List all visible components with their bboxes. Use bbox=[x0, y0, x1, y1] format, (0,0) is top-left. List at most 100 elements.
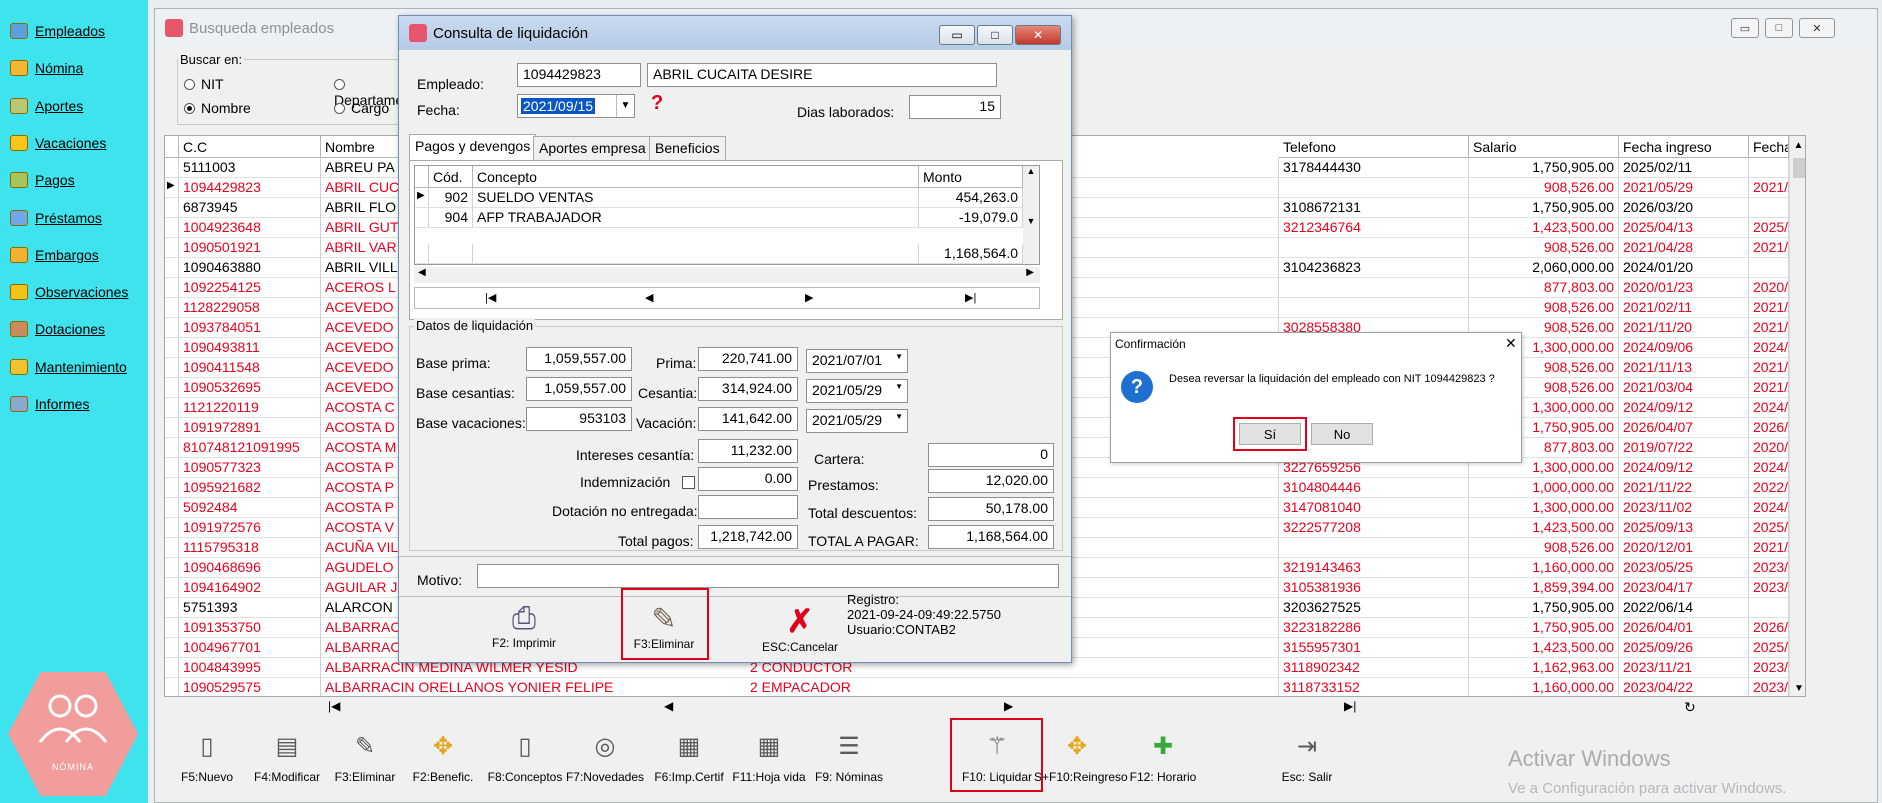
table-cell-cc[interactable]: 1090411548 bbox=[179, 358, 321, 378]
table-cell-fi[interactable]: 2021/04/28 bbox=[1619, 238, 1749, 258]
indemnizacion-checkbox[interactable] bbox=[682, 476, 695, 489]
motivo-input[interactable] bbox=[477, 564, 1059, 588]
table-cell-sal[interactable]: 908,526.00 bbox=[1469, 538, 1619, 558]
empleado-name-field[interactable]: ABRIL CUCAITA DESIRE bbox=[647, 63, 997, 87]
sidebar-item-5[interactable]: Préstamos bbox=[10, 204, 102, 232]
table-cell-cc[interactable]: 1090501921 bbox=[179, 238, 321, 258]
prestamos-field[interactable]: 12,020.00 bbox=[928, 469, 1054, 493]
table-cell-cc[interactable]: 810748121091995 bbox=[179, 438, 321, 458]
intereses-field[interactable]: 11,232.00 bbox=[698, 439, 798, 463]
table-cell-sal[interactable]: 2,060,000.00 bbox=[1469, 258, 1619, 278]
sidebar-item-6[interactable]: Embargos bbox=[10, 241, 99, 269]
chevron-down-icon[interactable]: ▼ bbox=[616, 95, 634, 117]
table-cell-cc[interactable]: 1090532695 bbox=[179, 378, 321, 398]
table-cell-sal[interactable]: 1,423,500.00 bbox=[1469, 218, 1619, 238]
table-cell-fr[interactable]: 2024/10/02 bbox=[1749, 398, 1789, 418]
table-cell-fi[interactable]: 2025/09/26 bbox=[1619, 638, 1749, 658]
table-cell-tel[interactable]: 3118902342 bbox=[1279, 658, 1469, 678]
table-cell-fr[interactable]: 2024/10/03 bbox=[1749, 458, 1789, 478]
table-cell-tel[interactable]: 3223182286 bbox=[1279, 618, 1469, 638]
sidebar-item-7[interactable]: Observaciones bbox=[10, 278, 128, 306]
table-cell-sal[interactable]: 1,423,500.00 bbox=[1469, 518, 1619, 538]
maximize-button[interactable]: □ bbox=[1765, 18, 1793, 38]
table-cell-tel[interactable]: 3155957301 bbox=[1279, 638, 1469, 658]
toolbar-button-6[interactable]: ▦ F6:Imp.Certif bbox=[646, 722, 732, 794]
next-concept-button[interactable]: ▶ bbox=[805, 291, 813, 304]
table-cell-sal[interactable]: 908,526.00 bbox=[1469, 178, 1619, 198]
table-cell-cc[interactable]: 5111003 bbox=[179, 158, 321, 178]
concept-cell-concepto[interactable]: SUELDO VENTAS bbox=[473, 188, 919, 208]
table-cell-cc[interactable]: 1093784051 bbox=[179, 318, 321, 338]
radio-nombre[interactable]: Nombre bbox=[184, 100, 251, 116]
table-cell-fi[interactable]: 2023/11/21 bbox=[1619, 658, 1749, 678]
table-cell-cc[interactable]: 1004843995 bbox=[179, 658, 321, 678]
dialog-close-icon[interactable]: ✕ bbox=[1015, 25, 1061, 45]
toolbar-button-12[interactable]: ⇥ Esc: Salir bbox=[1264, 722, 1350, 794]
toolbar-button-5[interactable]: ◎ F7:Novedades bbox=[562, 722, 648, 794]
grid-vertical-scrollbar[interactable]: ▲ ▼ bbox=[1789, 136, 1805, 696]
close-icon[interactable]: ✕ bbox=[1799, 18, 1835, 38]
concept-cell-monto[interactable]: 454,263.0 bbox=[919, 188, 1023, 208]
toolbar-button-3[interactable]: ✥ F2:Benefic. bbox=[400, 722, 486, 794]
table-cell-fr[interactable]: 2021/07/05 bbox=[1749, 238, 1789, 258]
cartera-field[interactable]: 0 bbox=[928, 443, 1054, 467]
radio-cargo[interactable]: Cargo bbox=[334, 100, 389, 116]
table-cell-sal[interactable]: 1,859,394.00 bbox=[1469, 578, 1619, 598]
table-cell-fi[interactable]: 2025/09/13 bbox=[1619, 518, 1749, 538]
col-cc[interactable]: C.C bbox=[179, 136, 321, 158]
minimize-button[interactable]: ▭ bbox=[1731, 18, 1759, 38]
indemnizacion-field[interactable]: 0.00 bbox=[698, 467, 798, 491]
refresh-icon[interactable]: ↻ bbox=[1684, 699, 1696, 716]
table-cell-fi[interactable]: 2023/04/17 bbox=[1619, 578, 1749, 598]
table-cell-fr[interactable]: 2021/09/15 bbox=[1749, 178, 1789, 198]
table-cell-tel[interactable]: 3212346764 bbox=[1279, 218, 1469, 238]
table-cell-fi[interactable]: 2021/11/22 bbox=[1619, 478, 1749, 498]
table-cell-tel[interactable] bbox=[1279, 298, 1469, 318]
dialog-maximize-button[interactable]: □ bbox=[977, 25, 1013, 45]
table-cell-sal[interactable]: 1,750,905.00 bbox=[1469, 598, 1619, 618]
concept-cell-concepto[interactable]: AFP TRABAJADOR bbox=[473, 208, 919, 228]
prev-record-button[interactable]: ◀ bbox=[664, 699, 673, 713]
prima-date-select[interactable]: 2021/07/01 ▼ bbox=[806, 349, 908, 373]
table-cell-desc[interactable]: 2 EMPACADOR bbox=[746, 678, 1279, 696]
table-cell-tel[interactable]: 3222577208 bbox=[1279, 518, 1469, 538]
table-cell-fr[interactable]: 2021/03/25 bbox=[1749, 378, 1789, 398]
table-cell-fr[interactable]: 2020/07/23 bbox=[1749, 278, 1789, 298]
table-cell-fi[interactable]: 2021/05/29 bbox=[1619, 178, 1749, 198]
table-cell-fr[interactable]: 2024/09/21 bbox=[1749, 338, 1789, 358]
table-cell-sal[interactable]: 1,750,905.00 bbox=[1469, 618, 1619, 638]
last-record-button[interactable]: ▶| bbox=[1344, 699, 1356, 713]
table-cell-fi[interactable]: 2021/11/13 bbox=[1619, 358, 1749, 378]
table-cell-fr[interactable]: 2023/06/13 bbox=[1749, 578, 1789, 598]
table-cell-fr[interactable]: 2021/11/13 bbox=[1749, 358, 1789, 378]
dotacion-field[interactable] bbox=[698, 495, 798, 519]
table-cell-fr[interactable]: 2025/10/04 bbox=[1749, 638, 1789, 658]
total-pagos-field[interactable]: 1,218,742.00 bbox=[698, 525, 798, 549]
fecha-select[interactable]: 2021/09/15 ▼ bbox=[517, 94, 635, 118]
total-descuentos-field[interactable]: 50,178.00 bbox=[928, 497, 1054, 521]
table-cell-sal[interactable]: 1,160,000.00 bbox=[1469, 678, 1619, 696]
table-cell-fr[interactable]: 2023/07/01 bbox=[1749, 678, 1789, 696]
conceptos-grid[interactable]: Cód. Concepto Monto ▶ 902 SUELDO VENTAS 454… bbox=[414, 165, 1040, 265]
toolbar-button-2[interactable]: ✎ F3:Eliminar bbox=[322, 722, 408, 794]
table-cell-cc[interactable]: 1094429823 bbox=[179, 178, 321, 198]
table-cell-tel[interactable]: 3203627525 bbox=[1279, 598, 1469, 618]
table-cell-tel[interactable] bbox=[1279, 278, 1469, 298]
sidebar-item-4[interactable]: Pagos bbox=[10, 166, 75, 194]
table-cell-sal[interactable]: 1,160,000.00 bbox=[1469, 558, 1619, 578]
sidebar-item-1[interactable]: Nómina bbox=[10, 54, 83, 82]
table-cell-sal[interactable]: 908,526.00 bbox=[1469, 298, 1619, 318]
table-cell-fr[interactable]: 2026/04/22 bbox=[1749, 418, 1789, 438]
toolbar-button-0[interactable]: ▯ F5:Nuevo bbox=[164, 722, 250, 794]
table-cell-cc[interactable]: 1090529575 bbox=[179, 678, 321, 696]
table-cell-fr[interactable]: 2022/01/19 bbox=[1749, 478, 1789, 498]
vacacion-date-select[interactable]: 2021/05/29 ▼ bbox=[806, 409, 908, 433]
table-cell-fi[interactable]: 2023/04/22 bbox=[1619, 678, 1749, 696]
concept-cell-monto[interactable]: -19,079.0 bbox=[919, 208, 1023, 228]
col-fecha-ingreso[interactable]: Fecha ingreso bbox=[1619, 136, 1749, 158]
table-cell-fr[interactable]: 2025/09/04 bbox=[1749, 218, 1789, 238]
table-cell-fr[interactable]: 2024/05/07 bbox=[1749, 498, 1789, 518]
table-cell-cc[interactable]: 1095921682 bbox=[179, 478, 321, 498]
table-cell-cc[interactable]: 1090463880 bbox=[179, 258, 321, 278]
toolbar-button-8[interactable]: ☰ F9: Nóminas bbox=[806, 722, 892, 794]
